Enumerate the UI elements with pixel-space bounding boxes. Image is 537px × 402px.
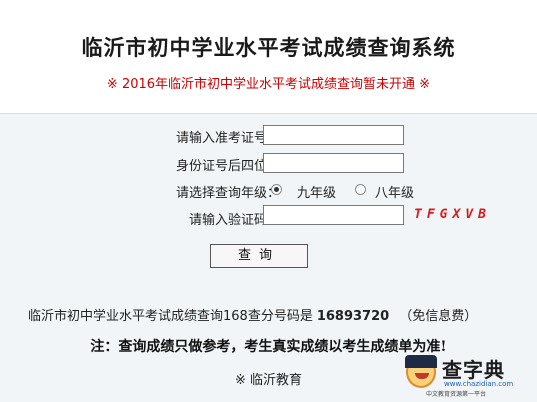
grade-radio-ninth[interactable] (271, 184, 282, 195)
grade-radio-eighth[interactable] (355, 184, 366, 195)
info-free: （免信息费） (399, 309, 478, 324)
grade-label: 请选择查询年级： (175, 186, 280, 201)
logo-slogan: 中文教育资源第一平台 (426, 391, 487, 398)
logo-url: www.chazidian.com (444, 380, 514, 388)
info-number: 16893720 (316, 309, 390, 324)
id-last4-input[interactable] (263, 153, 404, 173)
id-last4-label: 身份证号后四位： (175, 159, 280, 174)
chazidian-logo: 查字典 www.chazidian.com 中文教育资源第一平台 (404, 352, 534, 400)
info-line: 临沂市初中学业水平考试成绩查询168查分号码是 16893720 （免信息费） (28, 305, 477, 324)
captcha-input[interactable] (263, 205, 404, 225)
header: 临沂市初中学业水平考试成绩查询系统 ※ 2016年临沂市初中学业水平考试成绩查询… (0, 0, 537, 114)
info-text: 临沂市初中学业水平考试成绩查询168查分号码是 (28, 309, 313, 324)
mascot-icon (405, 355, 437, 388)
grade-option-eighth: 八年级 (375, 186, 415, 201)
page-title: 临沂市初中学业水平考试成绩查询系统 (81, 36, 456, 60)
exam-id-label: 请输入准考证号： (175, 131, 280, 146)
captcha-image[interactable]: TFGXVB (414, 207, 494, 225)
captcha-label: 请输入验证码： (188, 213, 280, 228)
notice-text: ※ 2016年临沂市初中学业水平考试成绩查询暂未开通 ※ (106, 77, 431, 92)
grade-option-ninth: 九年级 (297, 186, 337, 201)
logo-title: 查字典 (442, 358, 505, 382)
exam-id-input[interactable] (263, 125, 404, 145)
query-button[interactable]: 查询 (210, 244, 308, 268)
